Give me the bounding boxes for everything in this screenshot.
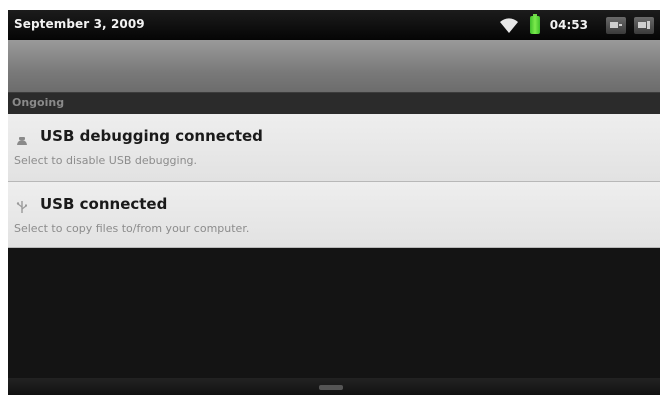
wifi-icon — [498, 16, 520, 34]
usb-debug-icon — [16, 131, 28, 145]
section-header-ongoing: Ongoing — [8, 92, 660, 114]
notification-usb-connected[interactable]: USB connected Select to copy files to/fr… — [8, 182, 660, 248]
status-icons: 04:53 — [498, 14, 654, 36]
usb-icon — [16, 199, 28, 213]
status-bar: September 3, 2009 04:53 — [8, 10, 660, 40]
section-title: Ongoing — [12, 96, 65, 109]
status-time: 04:53 — [549, 18, 588, 32]
notification-icon[interactable] — [634, 16, 654, 34]
device-screen: September 3, 2009 04:53 Ongoing USB debu… — [8, 10, 660, 395]
notification-subtitle: Select to disable USB debugging. — [14, 154, 198, 167]
notification-title: USB connected — [40, 195, 168, 213]
notification-usb-debugging[interactable]: USB debugging connected Select to disabl… — [8, 114, 660, 182]
drag-handle-icon[interactable] — [319, 385, 343, 390]
notification-title: USB debugging connected — [40, 127, 263, 145]
notification-empty-area — [8, 248, 660, 378]
notification-header-band — [8, 40, 660, 92]
status-date: September 3, 2009 — [14, 17, 145, 31]
notification-subtitle: Select to copy files to/from your comput… — [14, 222, 250, 235]
battery-icon — [529, 14, 540, 34]
notification-icon[interactable] — [606, 16, 626, 34]
notification-drag-bar[interactable] — [8, 378, 660, 395]
